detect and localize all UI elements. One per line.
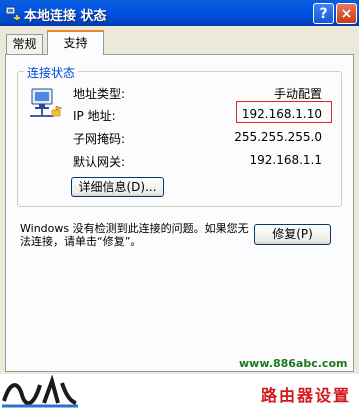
- address-type-label: 地址类型:: [73, 87, 126, 101]
- group-legend: 连接状态: [24, 64, 79, 81]
- repair-button[interactable]: 修复(P): [254, 224, 331, 245]
- details-button[interactable]: 详细信息(D)...: [71, 177, 164, 197]
- network-connection-icon: [5, 6, 20, 20]
- ip-address-value: 192.168.1.10: [241, 107, 322, 121]
- subnet-mask-value: 255.255.255.0: [234, 130, 322, 144]
- diagnostic-message: Windows 没有检测到此连接的问题。如果您无法连接，请单击“修复”。: [20, 222, 249, 248]
- watermark-caption: 路由器设置: [260, 386, 351, 405]
- default-gateway-value: 192.168.1.1: [249, 153, 322, 167]
- default-gateway-label: 默认网关:: [73, 155, 126, 169]
- tab-support[interactable]: 支持: [47, 30, 104, 55]
- title-bar[interactable]: 本地连接 状态 ? ×: [0, 0, 359, 26]
- network-adapter-icon: [30, 88, 63, 117]
- address-type-value: 手动配置: [273, 87, 322, 101]
- watermark-logo: [0, 375, 80, 409]
- tab-general[interactable]: 常规: [6, 34, 43, 54]
- close-button[interactable]: ×: [336, 3, 357, 24]
- subnet-mask-label: 子网掩码:: [73, 132, 126, 146]
- help-button[interactable]: ?: [313, 3, 334, 24]
- ip-address-label: IP 地址:: [73, 109, 116, 123]
- watermark-url: www.886abc.com: [239, 357, 348, 370]
- window-title: 本地连接 状态: [24, 9, 107, 24]
